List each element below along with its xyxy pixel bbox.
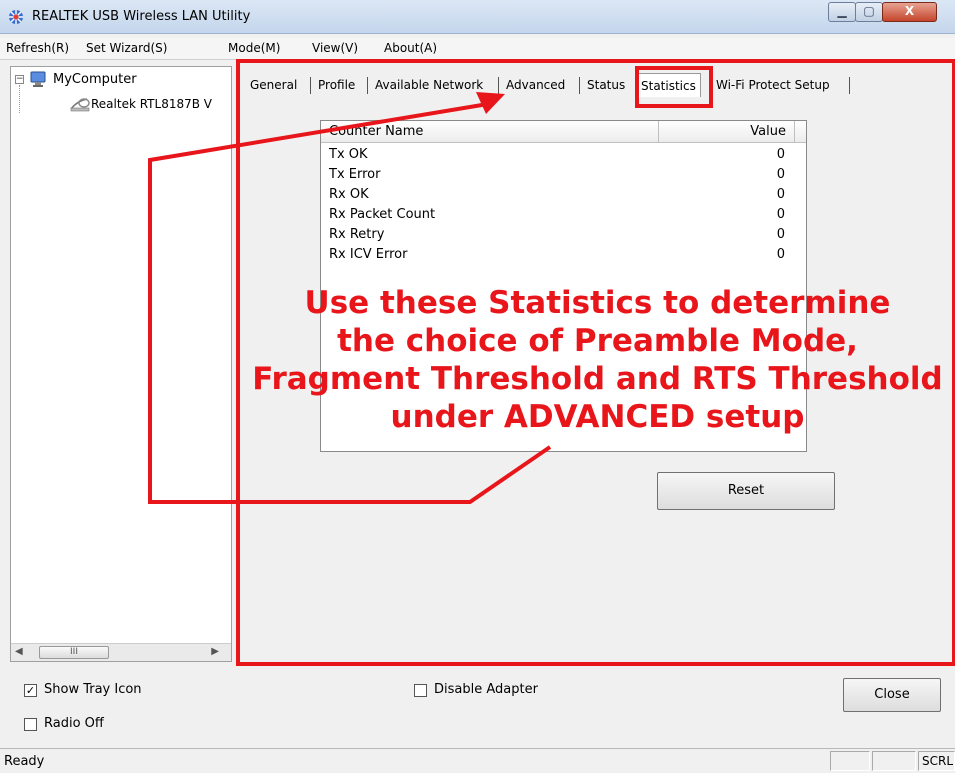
annotation-line: Use these Statistics to determine [304,285,891,321]
tab-divider [849,77,850,94]
title-bar: REALTEK USB Wireless LAN Utility ▁ ▢ X [0,0,955,34]
table-row[interactable]: Rx ICV Error 0 [321,245,806,265]
status-text: Ready [4,754,45,769]
scroll-right-icon[interactable]: ▶ [211,646,219,657]
column-value[interactable]: Value [659,121,795,143]
close-button[interactable]: Close [843,678,941,712]
counter-value: 0 [776,187,785,202]
network-app-icon [9,10,23,24]
status-pane-scrl: SCRL [918,751,955,771]
window-title: REALTEK USB Wireless LAN Utility [32,9,251,24]
tree-item-adapter[interactable]: Realtek RTL8187B V [91,97,233,111]
tab-advanced[interactable]: Advanced [502,73,569,97]
scroll-left-icon[interactable]: ◀ [15,646,23,657]
menu-view[interactable]: View(V) [312,41,358,55]
tab-wifi-protect-setup[interactable]: Wi-Fi Protect Setup [712,73,834,97]
counter-name: Rx OK [329,187,369,202]
tab-divider [310,77,311,94]
radio-off-checkbox[interactable] [24,718,37,731]
tree-horizontal-scrollbar[interactable]: ◀ III ▶ [11,643,231,661]
table-row[interactable]: Tx OK 0 [321,145,806,165]
counter-name: Rx ICV Error [329,247,408,262]
maximize-icon: ▢ [863,4,875,18]
counter-name: Rx Packet Count [329,207,436,222]
status-pane [872,751,916,771]
tab-status[interactable]: Status [583,73,629,97]
tab-statistics[interactable]: Statistics [636,73,701,97]
show-tray-icon-checkbox[interactable]: ✓ [24,684,37,697]
table-header: Counter Name Value [321,121,806,143]
maximize-button[interactable]: ▢ [855,2,883,22]
tab-profile[interactable]: Profile [314,73,359,97]
minimize-icon: ▁ [837,4,847,18]
table-row[interactable]: Rx OK 0 [321,185,806,205]
status-pane [830,751,870,771]
counter-value: 0 [776,167,785,182]
tab-divider [498,77,499,94]
tab-available-network[interactable]: Available Network [371,73,487,97]
computer-icon [30,71,46,87]
table-row[interactable]: Rx Retry 0 [321,225,806,245]
table-row[interactable]: Tx Error 0 [321,165,806,185]
reset-button[interactable]: Reset [657,472,835,510]
device-tree: − MyComputer Realtek RTL8187B V ◀ III ▶ [10,66,232,662]
menu-bar: Refresh(R) Set Wizard(S) Mode(M) View(V)… [0,38,955,60]
tree-item-mycomputer[interactable]: MyComputer [53,72,137,87]
table-row[interactable]: Rx Packet Count 0 [321,205,806,225]
tab-divider [367,77,368,94]
close-icon: X [904,4,915,18]
counter-value: 0 [776,147,785,162]
show-tray-icon-label: Show Tray Icon [44,682,142,697]
counter-value: 0 [776,227,785,242]
counter-name: Tx Error [329,167,381,182]
annotation-text: Use these Statistics to determine the ch… [240,284,955,436]
counter-value: 0 [776,207,785,222]
disable-adapter-checkbox[interactable] [414,684,427,697]
annotation-line: the choice of Preamble Mode, [337,323,858,359]
tab-general[interactable]: General [246,73,301,97]
menu-refresh[interactable]: Refresh(R) [6,41,69,55]
collapse-icon[interactable]: − [15,75,24,84]
counter-name: Tx OK [329,147,368,162]
column-counter-name[interactable]: Counter Name [321,121,659,143]
disable-adapter-label: Disable Adapter [434,682,538,697]
status-bar: Ready SCRL [0,748,955,773]
counter-name: Rx Retry [329,227,385,242]
counter-value: 0 [776,247,785,262]
tree-connector [19,85,20,113]
wireless-adapter-icon [70,98,90,112]
scroll-thumb[interactable]: III [39,646,109,659]
menu-set-wizard[interactable]: Set Wizard(S) [86,41,167,55]
radio-off-label: Radio Off [44,716,104,731]
close-window-button[interactable]: X [882,2,937,22]
menu-mode[interactable]: Mode(M) [228,41,280,55]
annotation-line: Fragment Threshold and RTS Threshold [252,361,943,397]
tab-divider [579,77,580,94]
annotation-line: under ADVANCED setup [390,399,805,435]
minimize-button[interactable]: ▁ [828,2,856,22]
menu-about[interactable]: About(A) [384,41,437,55]
